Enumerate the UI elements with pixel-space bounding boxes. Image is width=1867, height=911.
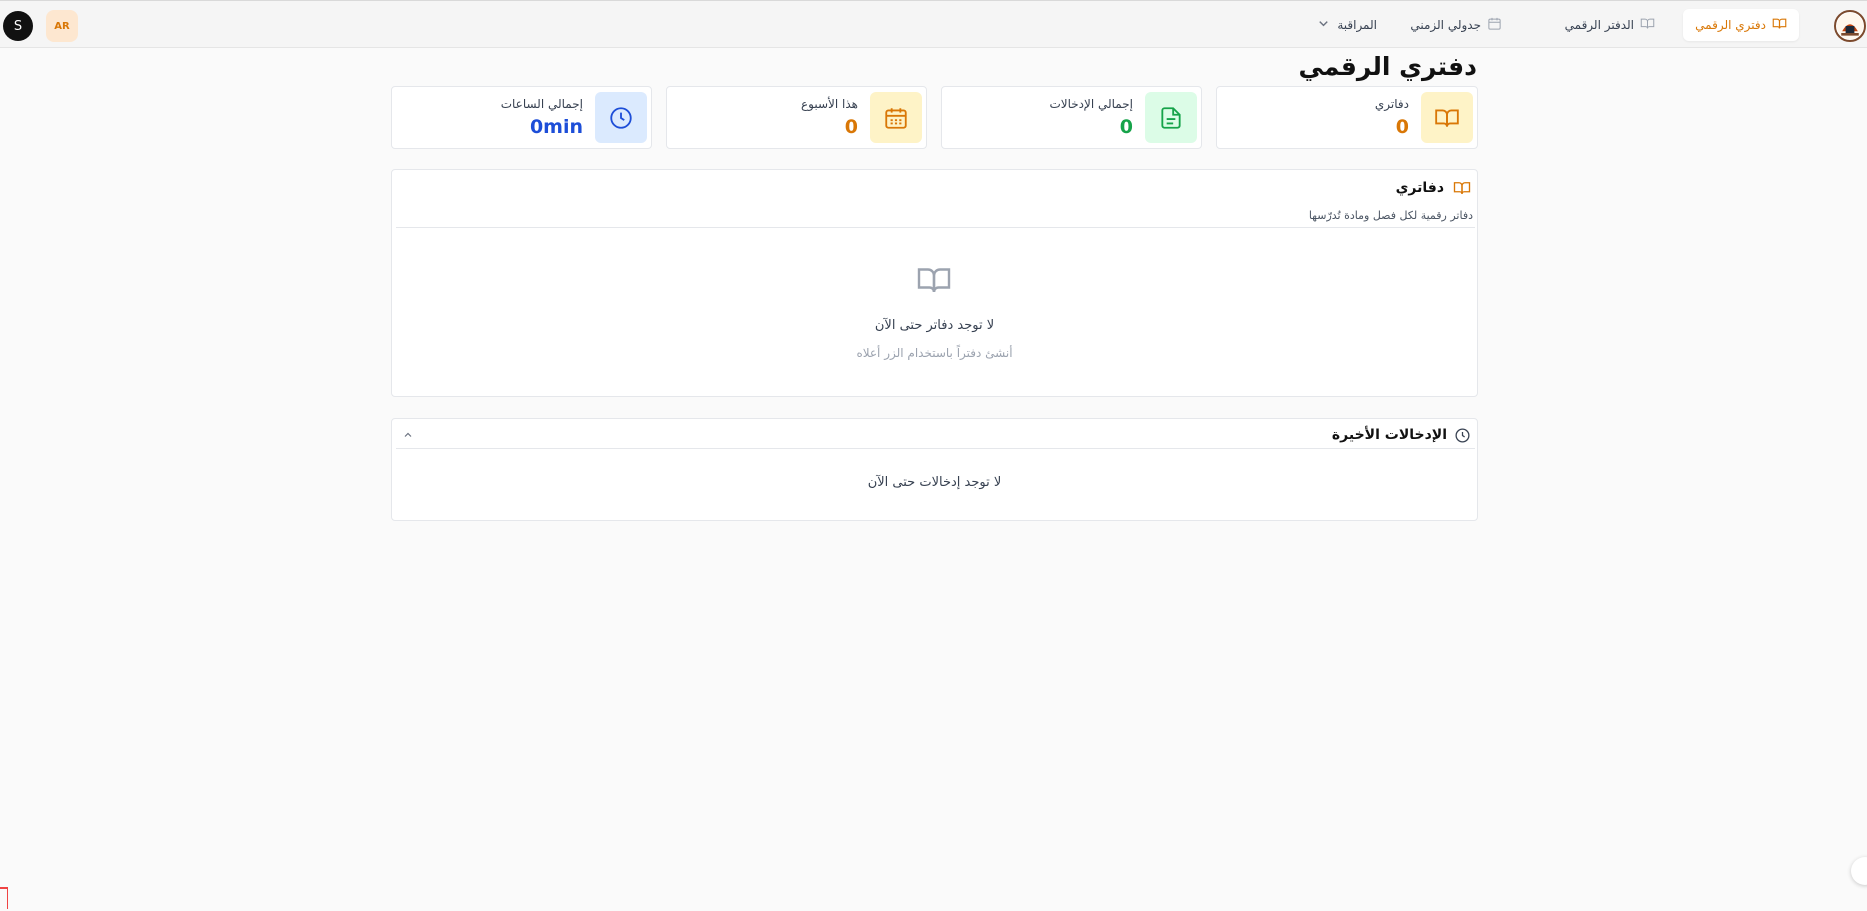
empty-state-title: لا توجد دفاتر حتى الآن [874, 318, 995, 333]
stat-card-notebooks: دفاتري 0 [1216, 86, 1478, 149]
chevron-down-icon [1316, 16, 1331, 34]
stat-value: 0min [529, 116, 583, 138]
stat-value: 0 [1119, 116, 1133, 138]
book-open-icon [1421, 92, 1473, 143]
recent-entries-empty: لا توجد إدخالات حتى الآن [867, 475, 1002, 490]
book-open-icon [1640, 16, 1655, 34]
recent-entries-title: الإدخالات الأخيرة [1331, 427, 1447, 443]
book-open-icon [1772, 16, 1787, 34]
nav-digital-notebook[interactable]: الدفتر الرقمي [1565, 9, 1655, 41]
page-title: دفتري الرقمي [1298, 52, 1477, 81]
empty-state-subtitle: أنشئ دفتراً باستخدام الزر أعلاه [856, 346, 1013, 360]
stat-label: هذا الأسبوع [801, 97, 858, 111]
corner-indicator [0, 887, 8, 909]
divider [396, 448, 1475, 449]
top-navigation-bar: S AR المراقبة جدولي الزمني الدفتر الرقمي… [0, 0, 1867, 48]
nav-monitoring[interactable]: المراقبة [1316, 9, 1377, 41]
nav-monitoring-label: المراقبة [1337, 18, 1377, 32]
stat-value: 0 [844, 116, 858, 138]
nav-my-schedule-label: جدولي الزمني [1410, 18, 1481, 32]
chevron-up-icon [402, 426, 414, 445]
clock-icon [1454, 427, 1471, 444]
document-icon [1145, 92, 1197, 143]
logo-icon [1836, 12, 1864, 40]
book-open-icon [914, 262, 954, 298]
nav-my-notebooks[interactable]: دفتري الرقمي [1683, 9, 1799, 41]
nav-digital-notebook-label: الدفتر الرقمي [1564, 18, 1634, 32]
stat-card-this-week: هذا الأسبوع 0 [666, 86, 927, 149]
stat-label: إجمالي الساعات [500, 97, 583, 111]
stat-card-total-hours: إجمالي الساعات 0min [391, 86, 652, 149]
stat-card-total-entries: إجمالي الإدخالات 0 [941, 86, 1202, 149]
clock-icon [595, 92, 647, 143]
floating-widget-button[interactable] [1851, 857, 1867, 885]
user-avatar[interactable]: S [3, 11, 33, 41]
nav-my-notebooks-label: دفتري الرقمي [1695, 18, 1766, 32]
notebooks-panel-subtitle: دفاتر رقمية لكل فصل ومادة تُدرّسها [1308, 209, 1473, 222]
stat-label: دفاتري [1374, 97, 1409, 111]
collapse-button[interactable] [398, 425, 418, 445]
stat-label: إجمالي الإدخالات [1049, 97, 1133, 111]
recent-entries-panel: الإدخالات الأخيرة لا توجد إدخالات حتى ال… [391, 418, 1478, 521]
divider [396, 227, 1475, 228]
stat-value: 0 [1395, 116, 1409, 138]
book-open-icon [1453, 179, 1471, 197]
app-logo[interactable] [1834, 10, 1866, 42]
nav-my-schedule[interactable]: جدولي الزمني [1410, 9, 1502, 41]
notebooks-panel: دفاتري دفاتر رقمية لكل فصل ومادة تُدرّسه… [391, 169, 1478, 397]
calendar-icon [870, 92, 922, 143]
notebooks-panel-title: دفاتري [1395, 180, 1444, 196]
calendar-icon [1487, 16, 1502, 34]
language-switcher[interactable]: AR [46, 10, 78, 42]
